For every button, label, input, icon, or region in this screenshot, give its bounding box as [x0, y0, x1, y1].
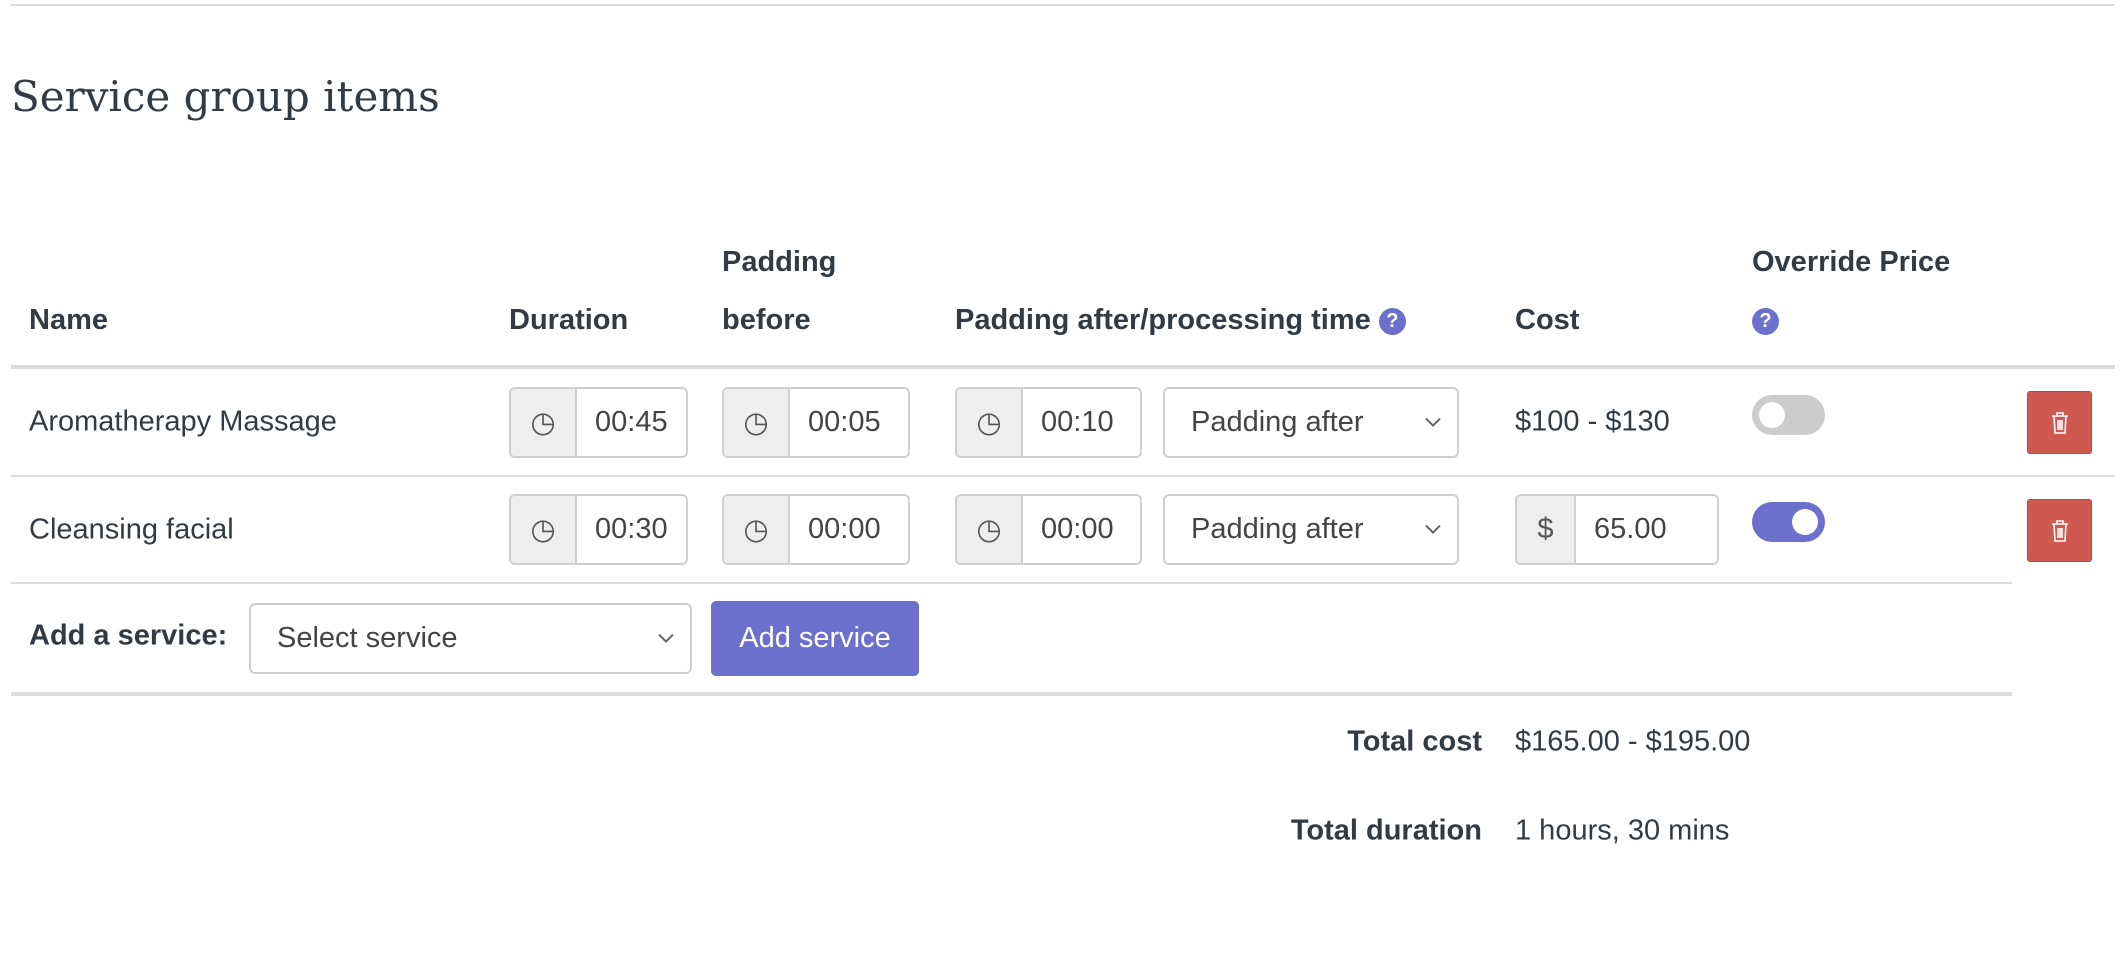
total-cost-label: Total cost [1347, 725, 1482, 758]
delete-button[interactable] [2027, 499, 2092, 562]
top-divider [11, 4, 2115, 6]
clock-icon: ◷ [724, 389, 790, 456]
col-padding-before-line2: before [722, 304, 811, 336]
total-cost-value: $165.00 - $195.00 [1515, 725, 1751, 758]
padding-type-select[interactable]: Padding after [1163, 387, 1459, 458]
help-icon[interactable]: ? [1752, 308, 1779, 335]
padding-after-field[interactable] [1023, 496, 1140, 563]
trash-icon [2051, 519, 2068, 542]
cost-value: $100 - $130 [1515, 405, 1670, 438]
col-name: Name [29, 304, 108, 336]
toggle-knob [1792, 509, 1818, 535]
delete-button[interactable] [2027, 391, 2092, 454]
col-padding-before-line1: Padding [722, 246, 837, 278]
padding-type-value: Padding after [1191, 513, 1364, 545]
padding-before-field[interactable] [790, 496, 908, 563]
trash-icon [2051, 411, 2068, 434]
padding-after-input[interactable]: ◷ [955, 387, 1142, 458]
service-name: Cleansing facial [29, 513, 234, 546]
col-cost: Cost [1515, 304, 1580, 336]
col-duration: Duration [509, 304, 629, 336]
help-icon[interactable]: ? [1378, 308, 1406, 335]
add-service-label: Add a service: [29, 619, 228, 652]
clock-icon: ◷ [511, 496, 577, 563]
padding-type-value: Padding after [1191, 406, 1364, 438]
service-name: Aromatherapy Massage [29, 405, 337, 438]
override-price-toggle[interactable] [1752, 395, 1825, 435]
duration-field[interactable] [577, 389, 686, 456]
service-select-value: Select service [277, 622, 458, 654]
chevron-down-icon [658, 633, 674, 643]
padding-after-input[interactable]: ◷ [955, 494, 1142, 565]
col-override-price: Override Price [1752, 246, 1951, 278]
col-padding-after-label: Padding after/processing time [955, 304, 1371, 336]
duration-field[interactable] [577, 496, 686, 563]
duration-input[interactable]: ◷ [509, 387, 688, 458]
padding-before-field[interactable] [790, 389, 908, 456]
add-row-divider [11, 692, 2012, 696]
cost-field[interactable] [1576, 496, 1717, 563]
currency-addon: $ [1517, 496, 1576, 563]
clock-icon: ◷ [957, 389, 1023, 456]
row-divider [11, 475, 2115, 477]
service-select[interactable]: Select service [249, 603, 692, 674]
override-price-toggle[interactable] [1752, 502, 1825, 542]
cost-input[interactable]: $ [1515, 494, 1719, 565]
chevron-down-icon [1425, 524, 1441, 534]
header-divider [11, 365, 2115, 369]
chevron-down-icon [1425, 417, 1441, 427]
clock-icon: ◷ [957, 496, 1023, 563]
padding-before-input[interactable]: ◷ [722, 494, 910, 565]
toggle-knob [1759, 402, 1785, 428]
padding-after-field[interactable] [1023, 389, 1140, 456]
add-service-button[interactable]: Add service [711, 601, 919, 676]
row-divider [11, 582, 2012, 584]
padding-before-input[interactable]: ◷ [722, 387, 910, 458]
clock-icon: ◷ [511, 389, 577, 456]
duration-input[interactable]: ◷ [509, 494, 688, 565]
total-duration-value: 1 hours, 30 mins [1515, 814, 1730, 847]
page-title: Service group items [11, 72, 440, 121]
padding-type-select[interactable]: Padding after [1163, 494, 1459, 565]
col-padding-after: Padding after/processing time ? [955, 304, 1406, 337]
total-duration-label: Total duration [1290, 814, 1482, 847]
clock-icon: ◷ [724, 496, 790, 563]
